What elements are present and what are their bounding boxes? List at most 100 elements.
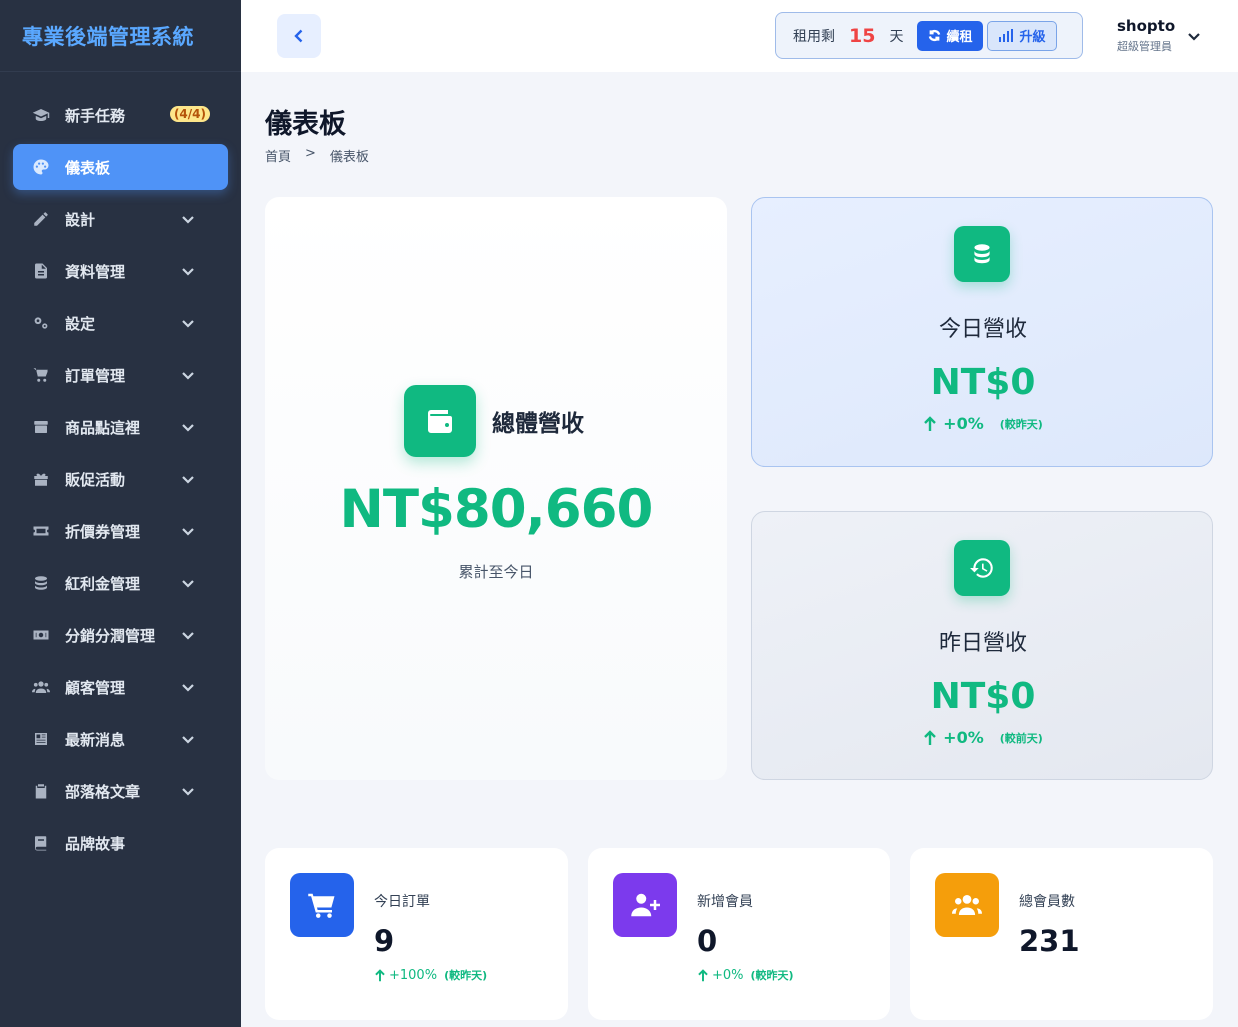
sidebar-item-promotions[interactable]: 販促活動	[13, 456, 228, 502]
user-name: shopto	[1117, 17, 1176, 35]
stat-label: 總會員數	[1019, 894, 1075, 910]
arrow-up-icon	[375, 968, 385, 981]
rent-unit: 天	[889, 28, 904, 45]
rent-days: 15	[849, 24, 876, 47]
graduation-cap-icon	[31, 105, 51, 125]
cart-icon	[31, 365, 51, 385]
sidebar-item-onboarding[interactable]: 新手任務 (4/4)	[13, 92, 228, 138]
brand-title: 專業後端管理系統	[22, 24, 194, 49]
breadcrumb-separator: >	[305, 146, 316, 161]
chevron-down-icon	[180, 679, 196, 695]
sidebar-item-label: 最新消息	[65, 730, 126, 749]
new-members-card: 新增會員 0 +0% (較昨天)	[588, 848, 890, 1020]
today-revenue-value: NT$0	[930, 362, 1036, 403]
sidebar-item-news[interactable]: 最新消息	[13, 716, 228, 762]
today-revenue-label: 今日營收	[938, 317, 1027, 342]
sidebar-item-customers[interactable]: 顧客管理	[13, 664, 228, 710]
stat-value: 0	[697, 924, 718, 958]
pencil-icon	[31, 209, 51, 229]
stat-change: +100% (較昨天)	[374, 967, 487, 983]
user-menu[interactable]: shopto 超級管理員	[1117, 17, 1175, 54]
arrow-up-icon	[924, 415, 937, 431]
stat-change-compare: (較昨天)	[444, 969, 488, 982]
sidebar-item-bonus[interactable]: 紅利金管理	[13, 560, 228, 606]
book-icon	[31, 833, 51, 853]
refresh-icon	[929, 30, 941, 41]
sidebar: 專業後端管理系統 新手任務 (4/4) 儀表板 設計 資料管理 設定 訂單管理 …	[0, 0, 241, 1027]
chart-bar-icon	[999, 29, 1014, 42]
rent-label: 租用剩	[793, 28, 835, 45]
file-icon	[31, 261, 51, 281]
sidebar-item-label: 商品點這裡	[65, 418, 141, 437]
chevron-down-icon	[180, 575, 196, 591]
breadcrumb-current: 儀表板	[329, 150, 369, 165]
stat-change-compare: (較昨天)	[750, 969, 794, 982]
wallet-icon	[404, 385, 476, 457]
arrow-up-icon	[698, 968, 708, 981]
chevron-down-icon	[180, 367, 196, 383]
history-icon	[954, 540, 1010, 596]
total-revenue-subtitle: 累計至今日	[458, 563, 534, 581]
newspaper-icon	[31, 729, 51, 749]
chevron-down-icon[interactable]	[1187, 28, 1201, 42]
sidebar-item-design[interactable]: 設計	[13, 196, 228, 242]
total-revenue-card: 總體營收 NT$80,660 累計至今日	[265, 197, 727, 780]
stat-label: 今日訂單	[374, 894, 430, 910]
total-revenue-value: NT$80,660	[339, 479, 654, 540]
chevron-down-icon	[180, 523, 196, 539]
breadcrumb-home[interactable]: 首頁	[265, 146, 291, 165]
yesterday-revenue-card: 昨日營收 NT$0 +0% (較前天)	[751, 511, 1213, 780]
total-revenue-label: 總體營收	[492, 411, 584, 437]
chevron-down-icon	[180, 315, 196, 331]
sidebar-item-label: 新手任務	[65, 106, 126, 125]
sidebar-item-affiliate[interactable]: 分銷分潤管理	[13, 612, 228, 658]
chevron-down-icon	[180, 731, 196, 747]
yesterday-change-percent: +0%	[943, 728, 984, 747]
today-revenue-change: +0% (較昨天)	[752, 414, 1214, 433]
sidebar-item-label: 紅利金管理	[65, 574, 141, 593]
collapse-sidebar-button[interactable]	[277, 14, 321, 58]
chevron-down-icon	[180, 211, 196, 227]
sidebar-item-settings[interactable]: 設定	[13, 300, 228, 346]
sidebar-item-dashboard[interactable]: 儀表板	[13, 144, 228, 190]
sidebar-item-products[interactable]: 商品點這裡	[13, 404, 228, 450]
arrow-up-icon	[924, 729, 937, 745]
sidebar-item-orders[interactable]: 訂單管理	[13, 352, 228, 398]
sidebar-item-label: 品牌故事	[65, 834, 126, 853]
stat-change-percent: +100%	[389, 967, 438, 983]
ticket-icon	[31, 521, 51, 541]
sidebar-item-label: 儀表板	[65, 158, 111, 177]
stat-change-percent: +0%	[712, 967, 744, 983]
sidebar-item-blog[interactable]: 部落格文章	[13, 768, 228, 814]
today-change-percent: +0%	[943, 414, 984, 433]
stat-label: 新增會員	[697, 894, 753, 910]
chevron-down-icon	[180, 627, 196, 643]
users-icon	[935, 873, 999, 937]
sidebar-item-label: 部落格文章	[65, 782, 141, 801]
sidebar-item-label: 設定	[65, 314, 96, 333]
money-icon	[31, 625, 51, 645]
yesterday-change-compare: (較前天)	[999, 731, 1043, 745]
sidebar-item-label: 訂單管理	[65, 366, 126, 385]
sidebar-item-coupons[interactable]: 折價券管理	[13, 508, 228, 554]
sidebar-item-data[interactable]: 資料管理	[13, 248, 228, 294]
today-change-compare: (較昨天)	[999, 417, 1043, 431]
sidebar-item-brand-story[interactable]: 品牌故事	[13, 820, 228, 866]
stat-value: 231	[1019, 924, 1080, 958]
sidebar-item-label: 分銷分潤管理	[65, 626, 156, 645]
chevron-down-icon	[180, 783, 196, 799]
users-icon	[31, 677, 51, 697]
chevron-down-icon	[180, 419, 196, 435]
sidebar-item-label: 販促活動	[65, 470, 126, 489]
upgrade-button[interactable]: 升級	[987, 20, 1058, 51]
subscription-status: 租用剩 15 天 續租 升級	[775, 12, 1083, 59]
renew-button[interactable]: 續租	[917, 20, 984, 51]
chevron-down-icon	[180, 471, 196, 487]
stat-change: +0% (較昨天)	[697, 967, 794, 983]
gift-icon	[31, 469, 51, 489]
topbar: 租用剩 15 天 續租 升級 shopto 超級管理員	[241, 0, 1238, 72]
palette-icon	[31, 157, 51, 177]
coins-icon	[954, 226, 1010, 282]
total-members-card: 總會員數 231	[910, 848, 1213, 1020]
clipboard-icon	[31, 781, 51, 801]
